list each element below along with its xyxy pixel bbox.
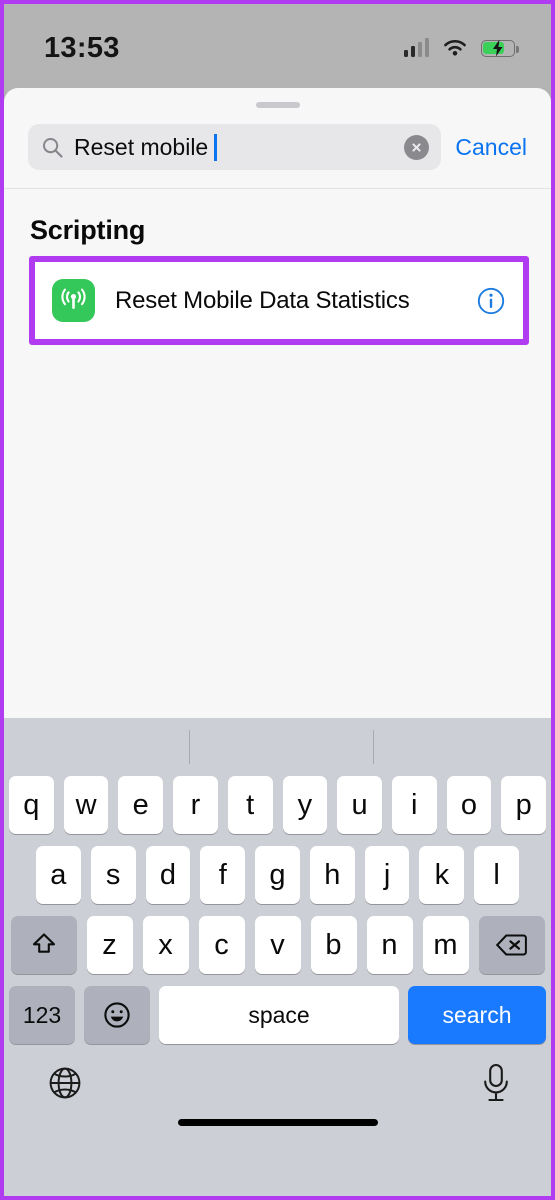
wifi-icon	[444, 39, 466, 56]
predictive-divider	[373, 730, 374, 764]
key-e[interactable]: e	[118, 776, 164, 834]
list-item[interactable]: Reset Mobile Data Statistics	[35, 262, 523, 339]
home-indicator[interactable]	[177, 1119, 378, 1126]
key-r[interactable]: r	[173, 776, 218, 834]
keyboard-row-4: 123 space search	[4, 986, 551, 1044]
cancel-button[interactable]: Cancel	[455, 134, 531, 161]
space-key[interactable]: space	[159, 986, 399, 1044]
key-v[interactable]: v	[254, 916, 301, 974]
annotation-highlight-box: Reset Mobile Data Statistics	[29, 256, 529, 345]
keyboard-row-1: q w e r t y u i o p	[4, 776, 551, 834]
key-y[interactable]: y	[282, 776, 328, 834]
key-k[interactable]: k	[419, 846, 465, 904]
key-o[interactable]: o	[446, 776, 492, 834]
key-j[interactable]: j	[364, 846, 410, 904]
key-w[interactable]: w	[63, 776, 109, 834]
key-x[interactable]: x	[142, 916, 189, 974]
info-circle-icon[interactable]	[477, 287, 505, 315]
text-cursor	[214, 133, 217, 161]
status-time: 13:53	[44, 31, 120, 64]
section-header-scripting: Scripting	[30, 215, 146, 245]
clear-text-icon[interactable]	[404, 134, 430, 160]
key-n[interactable]: n	[366, 916, 413, 974]
search-icon	[43, 137, 63, 158]
key-h[interactable]: h	[309, 846, 355, 904]
microphone-icon[interactable]	[479, 1062, 513, 1106]
key-q[interactable]: q	[8, 776, 54, 834]
search-bar: Reset mobile Cancel	[4, 108, 551, 189]
search-input[interactable]: Reset mobile	[28, 124, 442, 170]
phone-screen: 13:53 Reset mobile Cancel Scripting Rese…	[0, 0, 555, 1200]
numbers-key[interactable]: 123	[9, 986, 75, 1044]
key-u[interactable]: u	[337, 776, 382, 834]
key-f[interactable]: f	[200, 846, 246, 904]
key-i[interactable]: i	[391, 776, 437, 834]
key-p[interactable]: p	[501, 776, 547, 834]
predictive-divider	[189, 730, 190, 764]
key-b[interactable]: b	[310, 916, 357, 974]
status-bar: 13:53	[4, 4, 551, 88]
search-text-wrapper: Reset mobile	[74, 133, 393, 161]
keyboard: q w e r t y u i o p a s d f g h j k l z …	[4, 718, 551, 1196]
keyboard-row-2: a s d f g h j k l	[4, 846, 551, 904]
key-m[interactable]: m	[422, 916, 469, 974]
battery-charging-icon	[481, 39, 519, 57]
globe-language-icon[interactable]	[44, 1062, 86, 1104]
cellular-signal-icon	[403, 38, 429, 57]
predictive-text-bar[interactable]	[4, 718, 551, 776]
list-item-label: Reset Mobile Data Statistics	[115, 286, 410, 314]
backspace-delete-icon[interactable]	[478, 916, 545, 974]
key-g[interactable]: g	[255, 846, 300, 904]
keyboard-row-3: z x c v b n m	[4, 916, 551, 974]
key-s[interactable]: s	[90, 846, 136, 904]
key-a[interactable]: a	[35, 846, 81, 904]
key-t[interactable]: t	[227, 776, 273, 834]
key-l[interactable]: l	[474, 846, 520, 904]
broadcast-antenna-icon	[52, 279, 95, 322]
keyboard-bottom-bar	[4, 1044, 551, 1140]
search-sheet: Reset mobile Cancel Scripting Reset Mobi…	[4, 88, 551, 1196]
key-z[interactable]: z	[86, 916, 133, 974]
search-value: Reset mobile	[74, 133, 209, 160]
key-c[interactable]: c	[198, 916, 245, 974]
key-d[interactable]: d	[145, 846, 191, 904]
search-results: Scripting Reset Mobile Data Statistics	[4, 189, 551, 345]
shift-arrow-icon[interactable]	[10, 916, 77, 974]
search-key[interactable]: search	[408, 986, 546, 1044]
status-indicators	[403, 35, 519, 58]
emoji-smiley-icon[interactable]	[84, 986, 150, 1044]
